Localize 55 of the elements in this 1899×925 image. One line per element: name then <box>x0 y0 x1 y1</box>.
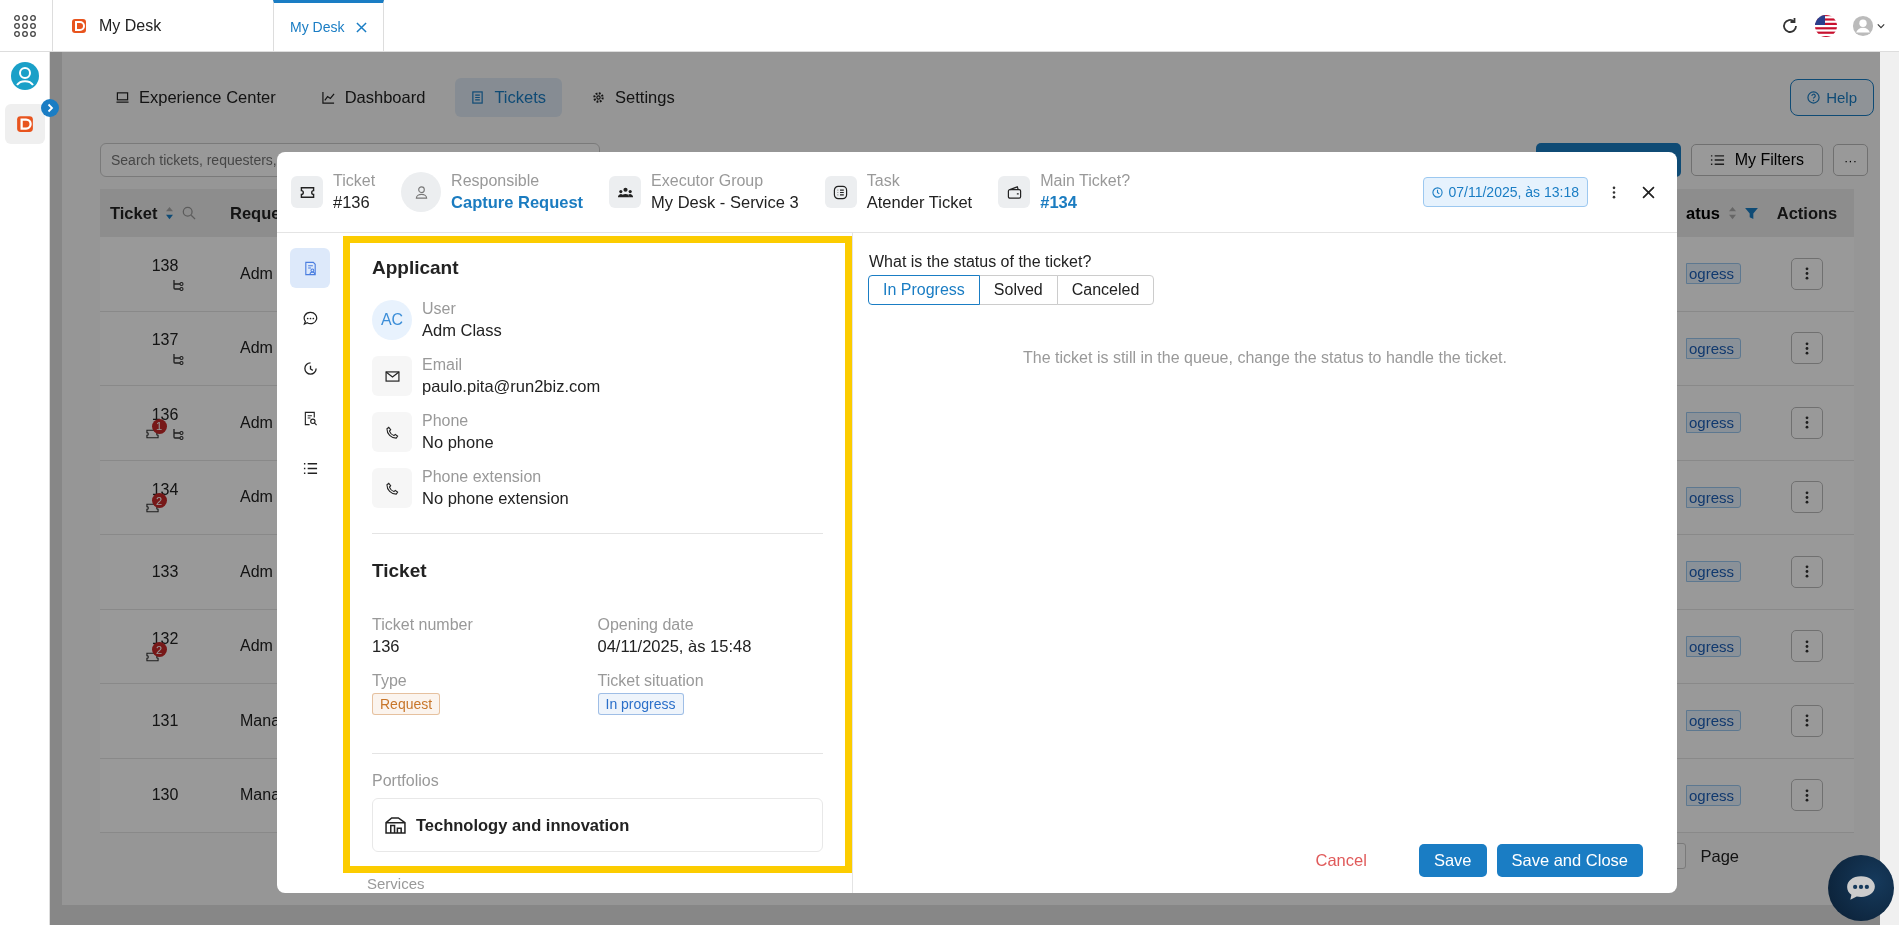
field-label: Main Ticket? <box>1040 172 1131 190</box>
initials-avatar: AC <box>372 300 412 340</box>
field-value: No phone <box>422 433 494 452</box>
section-title: Applicant <box>372 257 460 279</box>
column-header: Ticket <box>110 203 158 223</box>
ticket-number: 130 <box>151 786 179 805</box>
field-label: User <box>422 300 456 318</box>
ticket-number: 133 <box>151 562 179 581</box>
status-question: What is the status of the ticket? <box>869 253 1092 271</box>
field-value: My Desk - Service 3 <box>651 193 799 212</box>
column-header: atus <box>1686 203 1720 223</box>
field-label: Portfolios <box>372 772 440 790</box>
requester-name: Adm <box>240 339 273 358</box>
field-label: Services <box>367 875 426 892</box>
requester-name: Adm <box>240 413 273 432</box>
field-value: 136 <box>372 637 400 656</box>
ticket-number: 131 <box>151 711 179 730</box>
status-tag: ogress <box>1686 337 1742 359</box>
field-label: Executor Group <box>651 172 765 190</box>
field-value: 04/11/2025, às 15:48 <box>597 637 752 656</box>
field-label: Ticket situation <box>597 672 704 690</box>
field-value: No phone extension <box>422 489 569 508</box>
ticket-number: 138 <box>151 256 179 275</box>
portfolio-card: Technology and innovation <box>372 798 823 852</box>
column-header: Actions <box>1776 203 1838 223</box>
field-label: Email <box>422 356 462 374</box>
date-badge: 07/11/2025, às 13:18 <box>1423 177 1588 207</box>
status-tag: ogress <box>1686 263 1742 285</box>
field-value: paulo.pita@run2biz.com <box>422 377 601 396</box>
status-tag: ogress <box>1686 486 1742 508</box>
field-value: Adm Class <box>422 321 502 340</box>
field-value: Atender Ticket <box>866 193 973 212</box>
page-label: Page <box>1700 846 1739 866</box>
requester-name: Adm <box>240 264 273 283</box>
field-label: Type <box>372 672 407 690</box>
requester-name: Adm <box>240 637 273 656</box>
status-tag: ogress <box>1686 710 1742 732</box>
requester-name: Adm <box>240 562 273 581</box>
requester-name: Adm <box>240 488 273 507</box>
field-value: #136 <box>333 193 371 212</box>
app-title: My Desk <box>99 16 163 35</box>
status-tag: In progress <box>597 693 684 715</box>
field-label: Phone extension <box>422 468 542 486</box>
status-message: The ticket is still in the queue, change the status to handle the ticket. <box>1022 349 1508 367</box>
field-label: Ticket number <box>372 616 473 634</box>
status-tag: Request <box>372 693 441 715</box>
status-tag: ogress <box>1686 561 1742 583</box>
section-title: Ticket <box>372 560 428 582</box>
ticket-number: 137 <box>151 331 179 350</box>
status-tag: ogress <box>1686 784 1742 806</box>
field-label: Phone <box>422 412 469 430</box>
status-tag: ogress <box>1686 412 1742 434</box>
status-tag: ogress <box>1686 635 1742 657</box>
field-label: Task <box>866 172 901 190</box>
field-label: Opening date <box>597 616 694 634</box>
